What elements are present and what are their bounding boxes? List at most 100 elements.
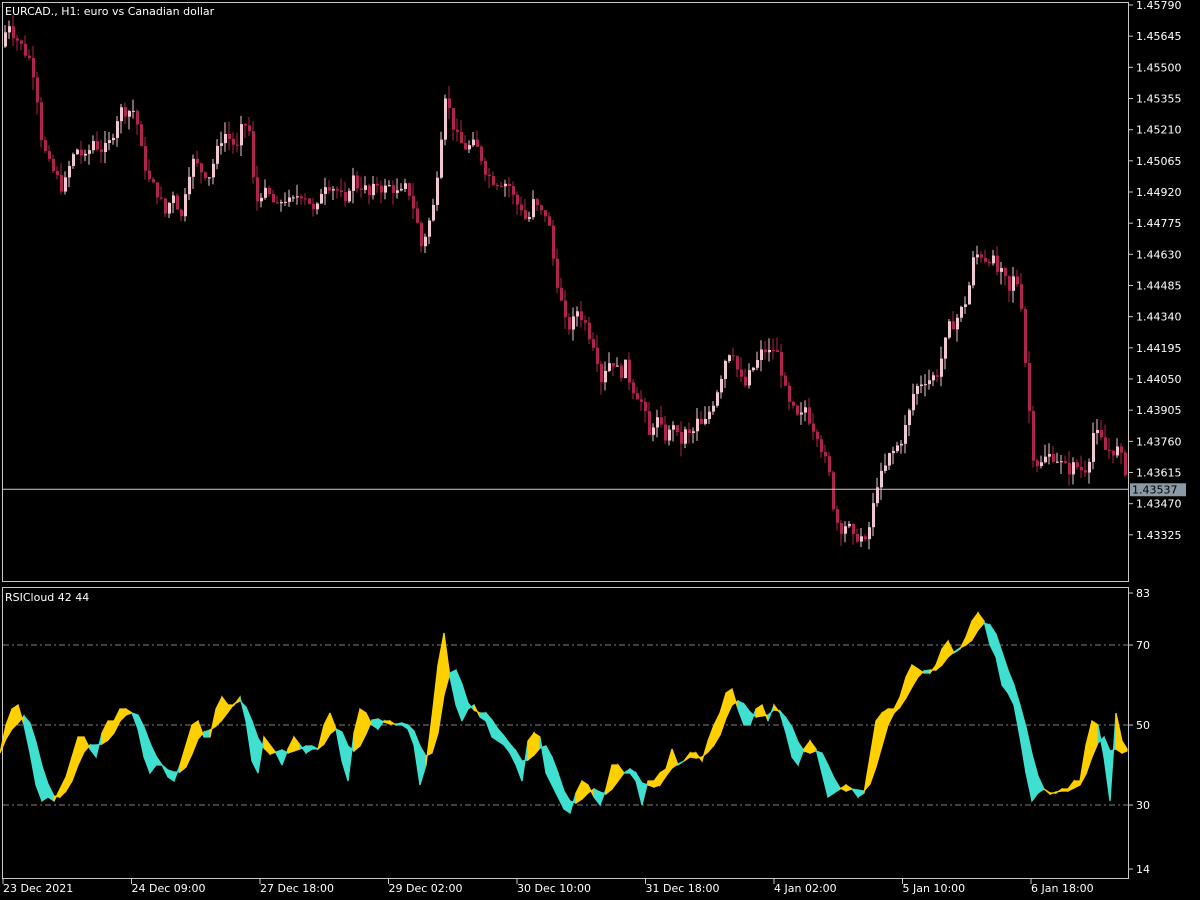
candle-body (552, 225, 555, 259)
candle-body (260, 197, 263, 202)
candle-body (368, 185, 371, 196)
candle-body (420, 222, 423, 247)
candle-body (636, 393, 639, 400)
candle-body (1016, 276, 1019, 285)
candle-body (132, 110, 135, 112)
candle-body (756, 360, 759, 368)
candle-body (476, 139, 479, 147)
candle-body (1092, 433, 1095, 462)
candle-body (616, 365, 619, 367)
candle-body (268, 187, 271, 195)
time-tick-label: 29 Dec 02:00 (389, 882, 463, 895)
price-tick-label: 1.43470 (1136, 498, 1182, 511)
current-price-label: 1.43537 (1132, 483, 1178, 496)
candle-body (564, 300, 567, 318)
candle-body (120, 107, 123, 122)
candle-body (1020, 284, 1023, 309)
candle-body (1096, 429, 1099, 434)
candle-body (828, 456, 831, 473)
candle-body (640, 399, 643, 402)
candle-body (1060, 461, 1063, 463)
candle-body (968, 285, 971, 305)
candle-body (288, 197, 291, 202)
candle-body (628, 359, 631, 383)
candle-body (904, 425, 907, 444)
candle-body (512, 186, 515, 195)
candle-body (716, 392, 719, 406)
time-tick-label: 6 Jan 18:00 (1031, 882, 1094, 895)
candle-body (1000, 268, 1003, 272)
candle-body (412, 195, 415, 209)
candle-body (964, 304, 967, 307)
candle-body (972, 257, 975, 286)
candle-body (896, 445, 899, 452)
candle-body (928, 380, 931, 385)
candle-body (424, 236, 427, 247)
candle-body (748, 370, 751, 386)
candle-body (1040, 462, 1043, 467)
price-tick-label: 1.45500 (1136, 61, 1182, 74)
candle-body (592, 339, 595, 348)
candle-body (108, 140, 111, 143)
candle-body (320, 193, 323, 204)
candle-body (124, 107, 127, 117)
candle-body (392, 185, 395, 193)
candle-body (536, 199, 539, 206)
rsi-cloud-segment (923, 669, 931, 674)
candle-body (220, 143, 223, 146)
candle-body (128, 111, 131, 117)
candle-body (216, 145, 219, 164)
candle-body (252, 131, 255, 178)
candle-body (1088, 461, 1091, 473)
candle-body (772, 349, 775, 351)
candle-body (744, 376, 747, 386)
rsi-cloud-segment (689, 752, 697, 759)
candle-body (832, 472, 835, 510)
candle-body (760, 349, 763, 361)
candle-body (1116, 446, 1119, 456)
candle-body (84, 153, 87, 156)
candle-body (1084, 470, 1087, 473)
candle-body (652, 427, 655, 435)
candle-body (208, 177, 211, 179)
rsi-tick-label: 30 (1136, 799, 1150, 812)
candle-body (228, 133, 231, 139)
candle-body (992, 255, 995, 264)
candle-body (400, 188, 403, 191)
candle-body (688, 429, 691, 433)
candle-body (888, 453, 891, 466)
candle-body (52, 158, 55, 171)
candle-body (912, 393, 915, 411)
candle-body (764, 349, 767, 353)
candle-body (984, 257, 987, 262)
candle-body (740, 369, 743, 377)
candle-body (1036, 460, 1039, 467)
trading-chart[interactable]: 1.45790 1.45645 1.45500 1.45355 1.45210 1.450… (0, 0, 1200, 900)
candle-body (72, 154, 75, 166)
candle-body (264, 187, 267, 198)
candle-body (576, 311, 579, 317)
candle-body (244, 124, 247, 126)
candle-body (20, 40, 23, 44)
candle-body (408, 183, 411, 196)
candle-body (1072, 462, 1075, 475)
candle-body (1024, 308, 1027, 364)
candle-body (168, 202, 171, 214)
price-tick-label: 1.43615 (1136, 467, 1182, 480)
candle-body (776, 350, 779, 352)
candle-body (160, 197, 163, 199)
candle-body (956, 317, 959, 330)
candle-body (224, 133, 227, 144)
candle-body (356, 175, 359, 189)
candle-body (572, 316, 575, 330)
candle-body (812, 423, 815, 432)
candle-body (1012, 276, 1015, 291)
candle-body (64, 177, 67, 192)
candle-body (148, 170, 151, 180)
candle-body (948, 321, 951, 338)
candle-body (540, 205, 543, 211)
candle-body (448, 98, 451, 109)
candle-body (1028, 363, 1031, 412)
time-tick-label: 23 Dec 2021 (3, 882, 73, 895)
candle-body (88, 150, 91, 154)
